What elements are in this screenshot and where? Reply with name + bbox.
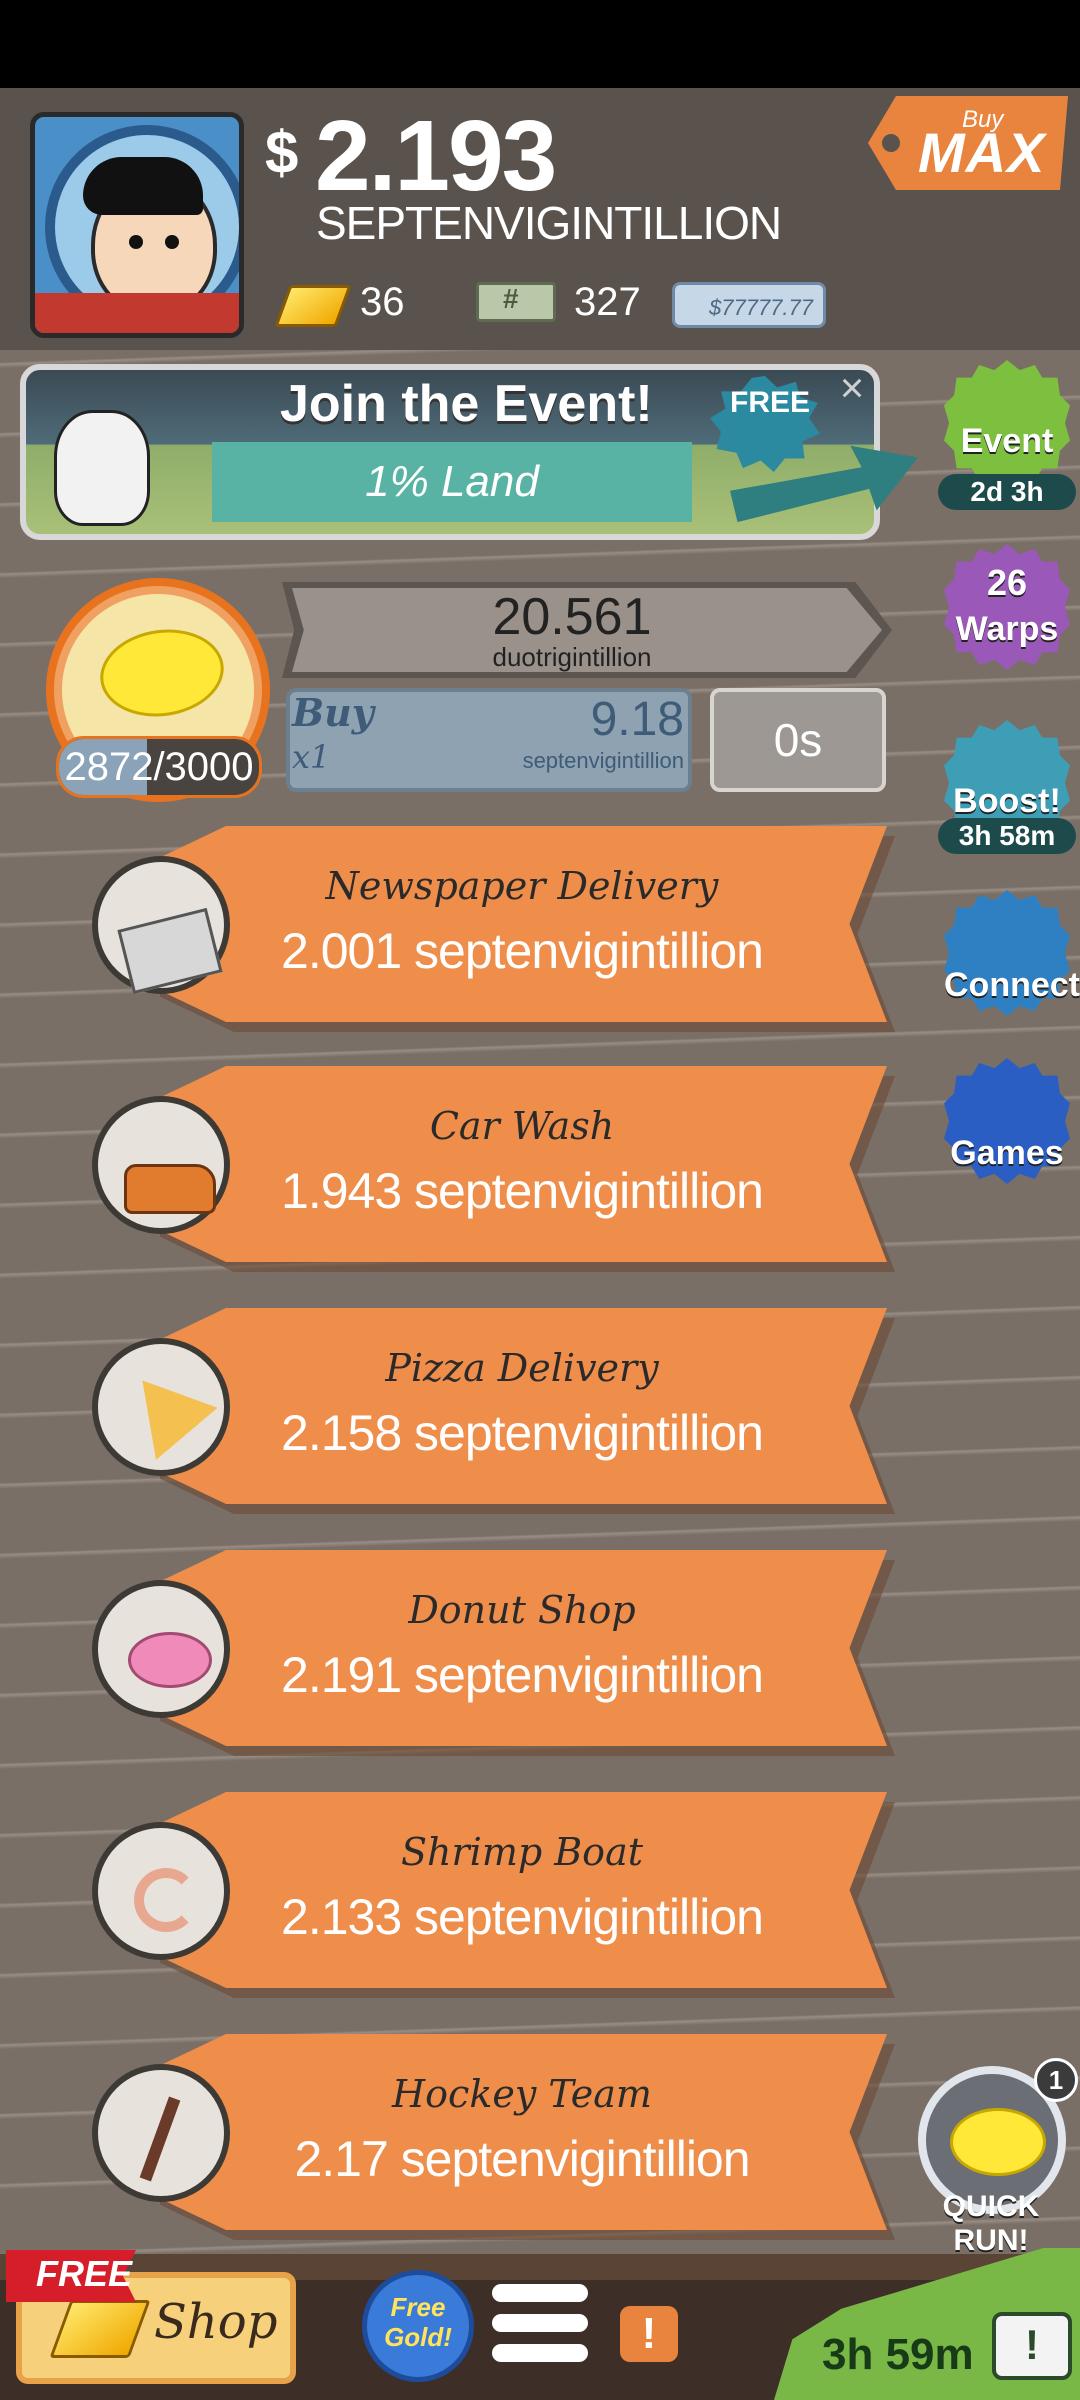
business-name: Shrimp Boat <box>401 1830 643 1874</box>
business-icon-circle[interactable] <box>92 856 230 995</box>
money-currency-symbol: $ <box>265 119 299 186</box>
business-row[interactable]: Donut Shop 2.191 septenvigintillion <box>92 1550 895 1756</box>
warps-button[interactable]: 26 Warps <box>944 544 1070 670</box>
warps-button-label: Warps <box>955 610 1059 648</box>
business-name: Car Wash <box>429 1104 615 1148</box>
business-name: Pizza Delivery <box>385 1346 659 1390</box>
lemon-icon <box>950 2108 1046 2176</box>
tag-hole <box>882 134 900 152</box>
free-label: FREE <box>36 2253 133 2294</box>
bills-counter[interactable]: 327 <box>476 272 641 332</box>
tv-ad-timer: 3h 59m <box>822 2330 974 2379</box>
buy-label: Buy <box>292 690 374 735</box>
event-free-label: FREE <box>730 386 811 419</box>
business-row[interactable]: Hockey Team 2.17 septenvigintillion <box>92 2034 895 2240</box>
money-unit: SEPTENVIGINTILLION <box>316 197 782 249</box>
avatar-eye-right <box>165 235 179 249</box>
business-name: Hockey Team <box>392 2072 652 2116</box>
business-row[interactable]: Pizza Delivery 2.158 septenvigintillion <box>92 1308 895 1514</box>
buy-max-big-label: MAX <box>918 121 1046 184</box>
event-mascot-icon <box>54 410 150 526</box>
business-icon-circle[interactable] <box>92 1338 230 1476</box>
tv-icon[interactable]: ! <box>992 2312 1072 2380</box>
boost-button[interactable]: Boost! 3h 58m <box>938 720 1076 854</box>
gold-counter[interactable]: 36 <box>278 272 405 332</box>
gold-count: 36 <box>360 279 405 324</box>
car-icon <box>124 1164 216 1214</box>
player-avatar[interactable] <box>30 112 244 338</box>
business-row[interactable]: Car Wash 1.943 septenvigintillion <box>92 1066 895 1272</box>
revenue-value: 20.561 <box>492 588 652 646</box>
business-icon-circle[interactable] <box>92 1580 230 1718</box>
buy-max-button[interactable]: Buy MAX <box>852 96 1072 190</box>
connect-button[interactable]: Connect <box>944 890 1080 1016</box>
quick-run-badge: 1 <box>1034 2058 1078 2102</box>
event-title: Join the Event! <box>280 375 653 433</box>
menu-bar-icon <box>492 2284 588 2302</box>
shop-label: Shop <box>154 2294 278 2350</box>
gold-icon <box>278 279 342 325</box>
warps-count: 26 <box>986 562 1028 603</box>
timer-button[interactable]: 0s <box>710 688 886 792</box>
pizza-icon <box>118 1380 218 1474</box>
status-bar <box>0 0 1080 88</box>
buy-price-unit: septenvigintillion <box>522 748 684 773</box>
business-icon-circle[interactable] <box>92 1096 230 1234</box>
progress-current: 2872 <box>64 745 154 789</box>
alert-button[interactable]: ! <box>620 2306 678 2362</box>
bills-count: 327 <box>574 279 641 324</box>
event-button-label: Event <box>960 422 1054 460</box>
menu-bar-icon <box>492 2344 588 2362</box>
shrimp-icon <box>134 1868 198 1932</box>
business-name: Newspaper Delivery <box>325 864 719 908</box>
free-gold-label: Free Gold! <box>384 2292 452 2352</box>
revenue-unit: duotrigintillion <box>492 642 652 672</box>
event-timer: 2d 3h <box>938 474 1076 510</box>
donut-icon <box>128 1632 212 1688</box>
menu-bar-icon <box>492 2314 588 2332</box>
event-button[interactable]: Event 2d 3h <box>938 360 1076 510</box>
business-value: 2.001 septenvigintillion <box>281 923 764 979</box>
business-value: 2.17 septenvigintillion <box>294 2131 750 2187</box>
connect-button-label: Connect <box>944 966 1080 1004</box>
business-icon-circle[interactable] <box>92 2064 230 2202</box>
progress-max: /3000 <box>153 745 254 789</box>
event-subtitle: 1% Land <box>212 442 692 522</box>
avatar-eye-left <box>129 235 143 249</box>
avatar-suit <box>35 293 239 333</box>
avatar-hair <box>83 157 203 215</box>
business-row[interactable]: Newspaper Delivery 2.001 septenvigintill… <box>92 826 895 1032</box>
money-value: 2.193 <box>315 100 557 212</box>
hockey-icon <box>139 2096 181 2182</box>
bill-icon <box>476 282 556 322</box>
boost-button-label: Boost! <box>953 782 1061 820</box>
buy-quantity: x1 <box>292 738 331 776</box>
unlock-progress-text: 2872/3000 <box>59 739 259 795</box>
business-icon-circle[interactable] <box>92 1822 230 1960</box>
buy-price: 9.18 <box>590 693 684 746</box>
close-icon[interactable]: × <box>832 367 872 409</box>
games-button[interactable]: Games <box>944 1058 1070 1184</box>
business-row[interactable]: Shrimp Boat 2.133 septenvigintillion <box>92 1792 895 1998</box>
business-value: 2.133 septenvigintillion <box>281 1889 764 1945</box>
business-name: Donut Shop <box>408 1588 636 1632</box>
business-value: 2.158 septenvigintillion <box>281 1405 764 1461</box>
boost-timer: 3h 58m <box>938 818 1076 854</box>
menu-button[interactable] <box>492 2284 588 2368</box>
games-button-label: Games <box>950 1134 1064 1172</box>
business-value: 1.943 septenvigintillion <box>281 1163 764 1219</box>
quick-run-label: QUICK RUN! <box>942 2190 1040 2257</box>
mega-bucks-card[interactable]: $77777.77 <box>672 282 826 328</box>
unlock-progress: 2872/3000 <box>56 736 262 798</box>
business-value: 2.191 septenvigintillion <box>281 1647 764 1703</box>
